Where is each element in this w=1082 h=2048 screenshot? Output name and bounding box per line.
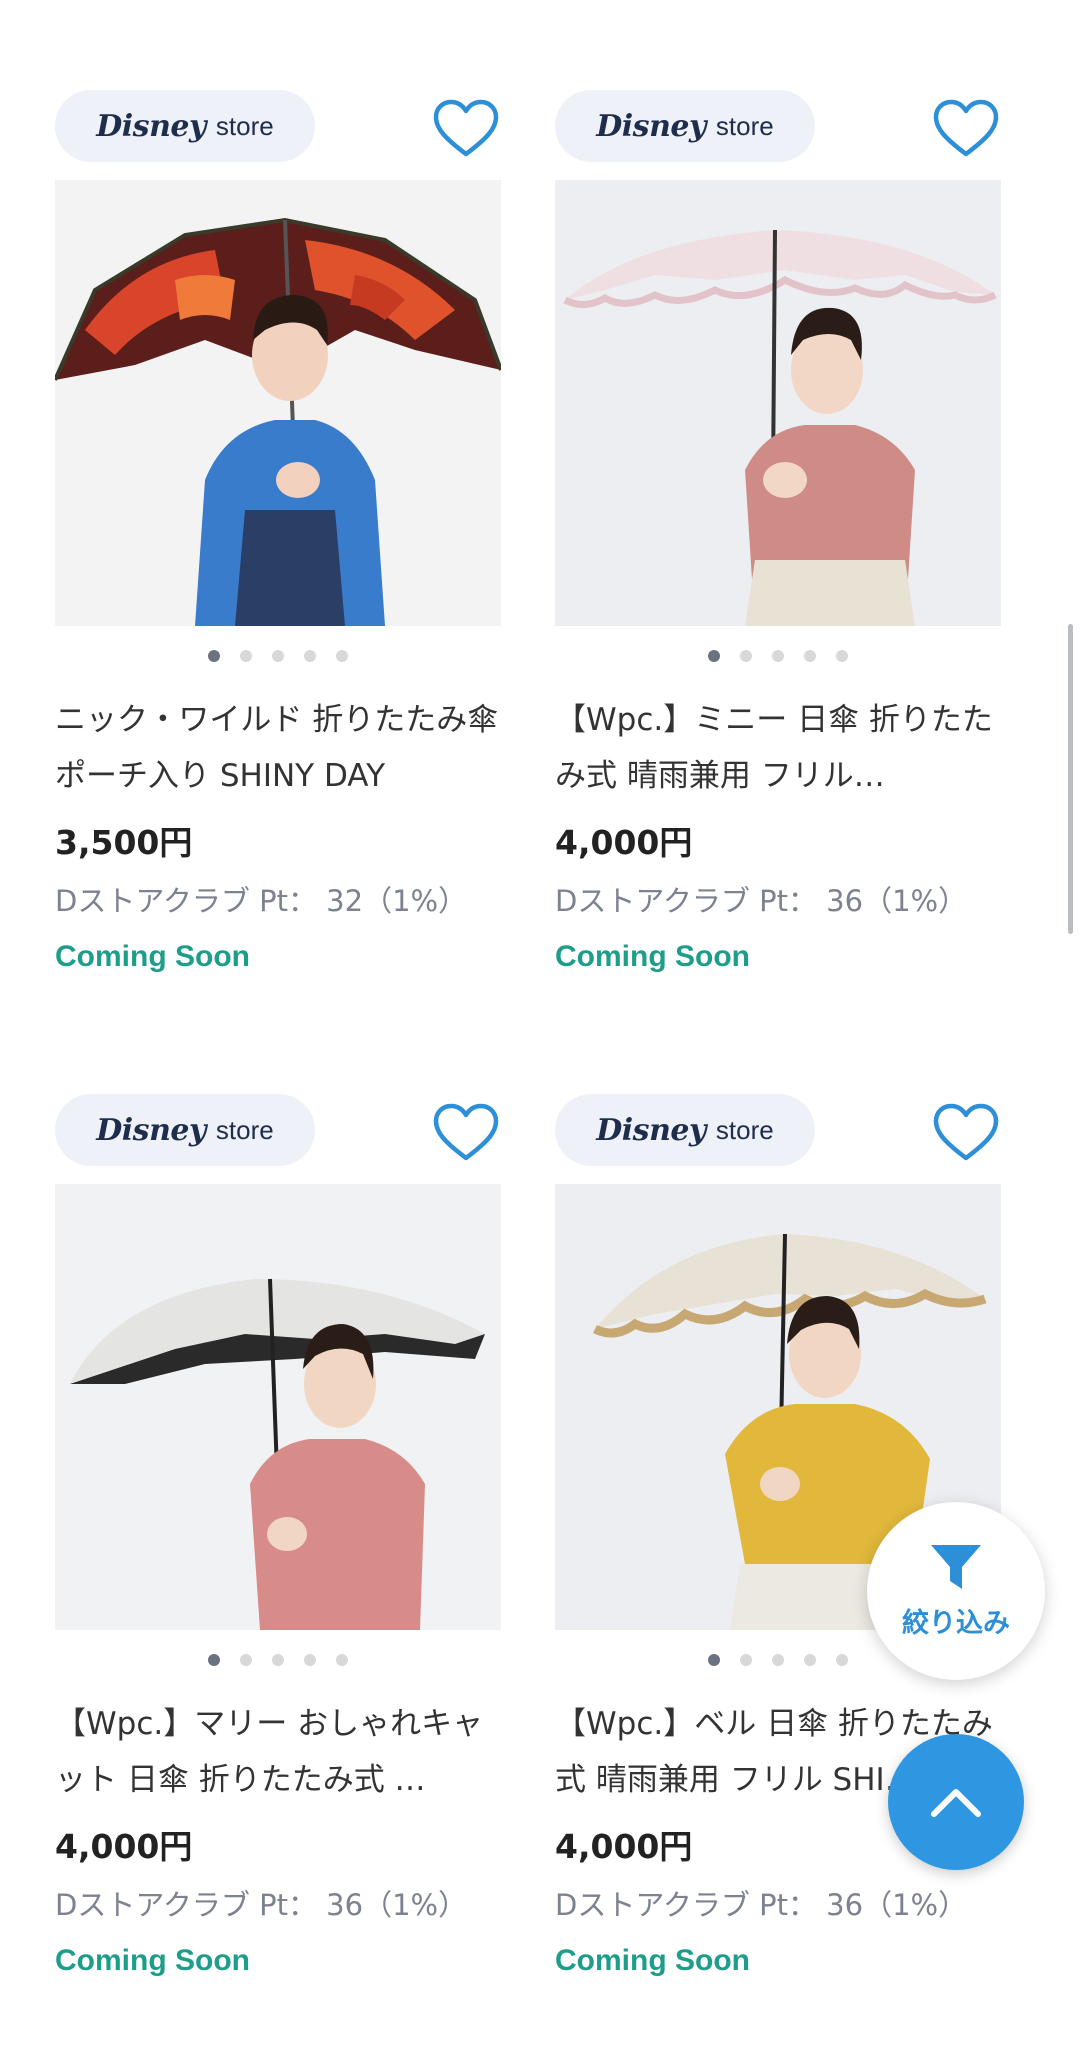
- image-pager[interactable]: [55, 1648, 501, 1672]
- product-price: 3,500円: [55, 823, 193, 862]
- filter-label: 絞り込み: [902, 1607, 1010, 1639]
- product-card[interactable]: Disney store: [55, 1094, 501, 1977]
- favorite-button[interactable]: [431, 1102, 501, 1164]
- pager-dot[interactable]: [772, 650, 784, 662]
- product-card[interactable]: Disney store: [55, 90, 501, 973]
- favorite-button[interactable]: [931, 1102, 1001, 1164]
- product-card[interactable]: Disney store: [555, 1094, 1001, 1977]
- pager-dot[interactable]: [804, 1654, 816, 1666]
- card-header: Disney store: [555, 90, 1001, 180]
- disney-store-badge: Disney store: [55, 1094, 315, 1166]
- pager-dot[interactable]: [772, 1654, 784, 1666]
- club-points: Dストアクラブ Pt： 36（1%）: [555, 884, 968, 918]
- product-price: 4,000円: [555, 823, 693, 862]
- product-card[interactable]: Disney store: [555, 90, 1001, 973]
- pager-dot[interactable]: [272, 650, 284, 662]
- product-title[interactable]: ニック・ワイルド 折りたたみ傘 ポーチ入り SHINY DAY: [55, 692, 501, 804]
- store-label: store: [715, 1114, 774, 1145]
- store-label: store: [215, 1114, 274, 1145]
- filter-button[interactable]: 絞り込み: [867, 1502, 1045, 1680]
- store-label: store: [215, 110, 274, 141]
- club-points: Dストアクラブ Pt： 32（1%）: [55, 884, 468, 918]
- card-header: Disney store: [555, 1094, 1001, 1184]
- pager-dot[interactable]: [240, 1654, 252, 1666]
- pager-dot[interactable]: [836, 1654, 848, 1666]
- club-points: Dストアクラブ Pt： 36（1%）: [555, 1888, 968, 1922]
- pager-dot[interactable]: [208, 650, 220, 662]
- disney-store-badge: Disney store: [555, 90, 815, 162]
- product-image[interactable]: [555, 180, 1001, 626]
- product-price: 4,000円: [555, 1827, 693, 1866]
- disney-store-badge: Disney store: [555, 1094, 815, 1166]
- heart-outline-icon: [933, 1103, 999, 1161]
- pager-dot[interactable]: [836, 650, 848, 662]
- scroll-top-button[interactable]: [888, 1734, 1024, 1870]
- favorite-button[interactable]: [431, 98, 501, 160]
- pager-dot[interactable]: [208, 1654, 220, 1666]
- pager-dot[interactable]: [708, 1654, 720, 1666]
- funnel-icon: [931, 1544, 981, 1589]
- pager-dot[interactable]: [708, 650, 720, 662]
- image-pager[interactable]: [555, 644, 1001, 668]
- disney-logo: Disney: [96, 108, 206, 144]
- heart-outline-icon: [433, 99, 499, 157]
- image-pager[interactable]: [55, 644, 501, 668]
- pager-dot[interactable]: [740, 650, 752, 662]
- coming-soon-label: Coming Soon: [55, 1944, 250, 1977]
- pager-dot[interactable]: [336, 650, 348, 662]
- product-image[interactable]: [55, 180, 501, 626]
- chevron-up-icon: [931, 1789, 981, 1817]
- coming-soon-label: Coming Soon: [555, 1944, 750, 1977]
- heart-outline-icon: [433, 1103, 499, 1161]
- pager-dot[interactable]: [304, 650, 316, 662]
- pager-dot[interactable]: [740, 1654, 752, 1666]
- pager-dot[interactable]: [336, 1654, 348, 1666]
- heart-outline-icon: [933, 99, 999, 157]
- favorite-button[interactable]: [931, 98, 1001, 160]
- store-label: store: [715, 110, 774, 141]
- card-header: Disney store: [55, 1094, 501, 1184]
- scrollbar[interactable]: [1068, 624, 1073, 934]
- product-title[interactable]: 【Wpc.】マリー おしゃれキャット 日傘 折りたたみ式 …: [55, 1696, 501, 1808]
- pager-dot[interactable]: [804, 650, 816, 662]
- coming-soon-label: Coming Soon: [555, 940, 750, 973]
- product-title[interactable]: 【Wpc.】ミニー 日傘 折りたたみ式 晴雨兼用 フリル…: [555, 692, 1001, 804]
- disney-logo: Disney: [596, 1112, 706, 1148]
- club-points: Dストアクラブ Pt： 36（1%）: [55, 1888, 468, 1922]
- product-list-page: Disney store ニック・ワイルド 折りたたみ傘 ポーチ入り SHINY…: [0, 0, 1082, 2048]
- product-price: 4,000円: [55, 1827, 193, 1866]
- disney-logo: Disney: [96, 1112, 206, 1148]
- pager-dot[interactable]: [272, 1654, 284, 1666]
- pager-dot[interactable]: [240, 650, 252, 662]
- coming-soon-label: Coming Soon: [55, 940, 250, 973]
- disney-store-badge: Disney store: [55, 90, 315, 162]
- pager-dot[interactable]: [304, 1654, 316, 1666]
- product-image[interactable]: [55, 1184, 501, 1630]
- card-header: Disney store: [55, 90, 501, 180]
- disney-logo: Disney: [596, 108, 706, 144]
